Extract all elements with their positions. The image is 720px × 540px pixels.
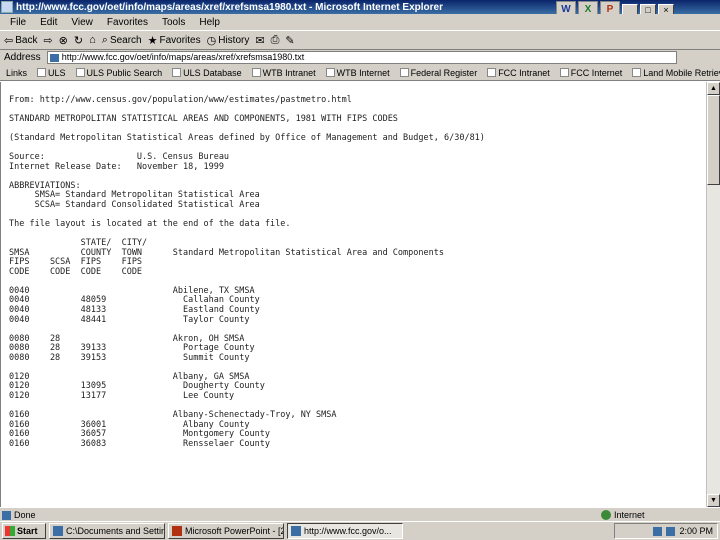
system-tray: 2:00 PM [614, 523, 718, 539]
link-label: ULS [48, 67, 66, 78]
task-powerpoint[interactable]: Microsoft PowerPoint - [2... [168, 523, 284, 539]
link-fcc-internet[interactable]: FCC Internet [559, 67, 623, 78]
menu-help[interactable]: Help [199, 17, 220, 28]
address-input[interactable]: http://www.fcc.gov/oet/info/maps/areas/x… [46, 51, 677, 64]
link-federal-register[interactable]: Federal Register [399, 67, 478, 78]
status-text: Done [0, 510, 600, 520]
scroll-thumb[interactable] [707, 95, 720, 185]
page-icon [172, 68, 182, 77]
edit-icon[interactable]: ✎ [285, 34, 294, 47]
forward-arrow-icon[interactable]: ⇨ [43, 34, 52, 47]
stop-icon[interactable]: ⊗ [59, 34, 68, 47]
link-label: FCC Internet [570, 67, 623, 78]
document-line: 0160 36083 Rensselaer County [9, 438, 270, 449]
page-icon [37, 68, 47, 77]
zone-indicator: Internet [600, 509, 645, 520]
window-title: http://www.fcc.gov/oet/info/maps/areas/x… [16, 1, 443, 13]
scroll-down-icon[interactable]: ▼ [707, 494, 720, 507]
search-button[interactable]: ⌕ Search [102, 34, 142, 47]
document-line: 0080 28 39153 Summit County [9, 352, 250, 363]
link-uls-database[interactable]: ULS Database [172, 68, 242, 78]
page-content: From: http://www.census.gov/population/w… [0, 82, 706, 507]
ie-icon [291, 526, 301, 536]
menu-favorites[interactable]: Favorites [107, 17, 148, 28]
vertical-scrollbar[interactable]: ▲ ▼ [706, 82, 720, 507]
page-icon [251, 68, 261, 77]
page-icon [75, 68, 85, 77]
start-label: Start [17, 526, 38, 536]
task-label: Microsoft PowerPoint - [2... [185, 526, 284, 536]
link-fcc-intranet[interactable]: FCC Intranet [487, 68, 550, 78]
link-uls[interactable]: ULS [37, 68, 66, 78]
search-label: Search [109, 34, 142, 46]
scroll-up-icon[interactable]: ▲ [707, 82, 720, 95]
document-line: STANDARD METROPOLITAN STATISTICAL AREAS … [9, 114, 398, 125]
document-line: CODE CODE CODE CODE [9, 266, 143, 277]
menu-edit[interactable]: Edit [40, 17, 57, 28]
menu-tools[interactable]: Tools [162, 17, 185, 28]
page-icon [559, 68, 569, 77]
volume-icon[interactable] [666, 526, 676, 536]
back-label: Back [15, 34, 38, 46]
mail-icon[interactable]: ✉ [255, 34, 264, 47]
link-label: Federal Register [410, 67, 478, 78]
history-button[interactable]: ◷ History [207, 34, 250, 47]
document-line: From: http://www.census.gov/population/w… [9, 95, 352, 105]
document-line: 0040 48441 Taylor County [9, 314, 250, 325]
standard-toolbar: ⇦ Back ⇨ ⊗ ↻ ⌂ ⌕ Search ★ Favorites ◷ Hi… [0, 30, 720, 50]
link-label: WTB Internet [336, 67, 390, 78]
address-label: Address [4, 52, 41, 63]
link-label: WTB Intranet [262, 67, 316, 78]
link-uls-public-search[interactable]: ULS Public Search [75, 67, 163, 78]
menu-view[interactable]: View [71, 17, 93, 28]
link-land-mobile-retrieval[interactable]: Land Mobile Retrieval [632, 68, 720, 78]
favorites-button[interactable]: ★ Favorites [148, 34, 201, 47]
history-label: History [218, 34, 250, 46]
address-bar: Address http://www.fcc.gov/oet/info/maps… [0, 50, 720, 65]
home-icon[interactable]: ⌂ [89, 34, 96, 46]
links-label: Links [6, 67, 28, 78]
back-button[interactable]: ⇦ Back [4, 34, 37, 47]
link-label: ULS Public Search [86, 67, 163, 78]
status-bar: Done Internet [0, 507, 720, 521]
task-label: http://www.fcc.gov/o... [304, 526, 392, 536]
favorites-icon: ★ [147, 34, 158, 47]
document-line: The file layout is located at the end of… [9, 219, 291, 230]
document-line: (Standard Metropolitan Statistical Areas… [9, 133, 485, 144]
start-button[interactable]: Start [2, 523, 46, 539]
page-icon [632, 68, 642, 77]
task-explorer[interactable]: C:\Documents and Settin... [49, 523, 165, 539]
favorites-label: Favorites [159, 34, 201, 46]
document-line: 0120 13177 Lee County [9, 390, 235, 401]
page-icon [325, 68, 335, 77]
link-label: ULS Database [183, 67, 242, 78]
document-line: SCSA= Standard Consolidated Statistical … [9, 200, 260, 211]
menu-bar: File Edit View Favorites Tools Help [0, 14, 720, 30]
refresh-icon[interactable]: ↻ [74, 34, 83, 47]
back-arrow-icon: ⇦ [4, 34, 14, 47]
page-icon [487, 68, 497, 77]
document-line: Internet Release Date: November 18, 1999 [9, 161, 224, 172]
link-wtb-intranet[interactable]: WTB Intranet [251, 67, 316, 78]
print-icon[interactable]: ⎙ [271, 34, 280, 47]
task-ie[interactable]: http://www.fcc.gov/o... [287, 523, 403, 539]
clock: 2:00 PM [679, 526, 713, 536]
taskbar: Start C:\Documents and Settin... Microso… [0, 521, 720, 540]
history-icon: ◷ [206, 34, 217, 47]
link-wtb-internet[interactable]: WTB Internet [325, 67, 390, 78]
folder-icon [53, 526, 63, 536]
link-label: FCC Intranet [498, 67, 550, 78]
document-text: From: http://www.census.gov/population/w… [1, 82, 706, 449]
menu-file[interactable]: File [10, 17, 26, 28]
page-icon [399, 68, 409, 77]
ie-icon [1, 1, 13, 13]
search-icon: ⌕ [101, 33, 108, 46]
network-icon[interactable] [653, 526, 663, 536]
powerpoint-icon [172, 526, 182, 536]
links-bar: Links ULS ULS Public Search ULS Database… [0, 65, 720, 81]
link-label: Land Mobile Retrieval [643, 67, 720, 78]
task-label: C:\Documents and Settin... [66, 526, 165, 536]
windows-logo-icon [5, 526, 15, 536]
